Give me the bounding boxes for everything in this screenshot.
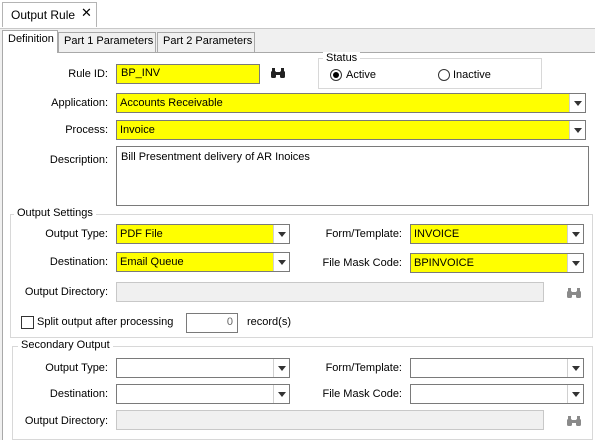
split-output-label: Split output after processing — [37, 316, 174, 328]
process-label: Process: — [65, 124, 108, 136]
chevron-down-icon[interactable] — [567, 359, 583, 377]
file-mask-code-label: File Mask Code: — [322, 257, 402, 269]
status-active-label: Active — [346, 69, 376, 81]
secondary-output-type-select[interactable] — [116, 358, 290, 378]
chevron-down-icon[interactable] — [273, 225, 289, 243]
status-group-label: Status — [323, 52, 361, 64]
status-inactive-label: Inactive — [453, 69, 491, 81]
application-value: Accounts Receivable — [120, 97, 223, 109]
output-directory-label: Output Directory: — [24, 286, 108, 298]
application-select[interactable]: Accounts Receivable — [116, 93, 586, 113]
chevron-down-icon[interactable] — [569, 94, 585, 112]
chevron-down-icon[interactable] — [567, 254, 583, 272]
status-inactive-radio[interactable] — [438, 69, 450, 81]
chevron-down-icon[interactable] — [567, 225, 583, 243]
output-settings-label: Output Settings — [14, 207, 96, 219]
form-template-select[interactable]: INVOICE — [410, 224, 584, 244]
chevron-down-icon[interactable] — [567, 385, 583, 403]
form-template-label: Form/Template: — [325, 228, 402, 240]
status-active-radio[interactable] — [330, 69, 342, 81]
file-mask-code-value: BPINVOICE — [414, 257, 474, 269]
binoculars-icon[interactable] — [270, 67, 286, 79]
document-tab-title: Output Rule — [11, 8, 76, 22]
rule-id-input[interactable]: BP_INV — [116, 64, 260, 84]
split-output-checkbox[interactable] — [21, 316, 34, 329]
secondary-destination-select[interactable] — [116, 384, 290, 404]
secondary-output-directory-label: Output Directory: — [24, 415, 108, 427]
chevron-down-icon[interactable] — [273, 359, 289, 377]
binoculars-icon — [567, 288, 581, 298]
destination-value: Email Queue — [120, 256, 184, 268]
process-select[interactable]: Invoice — [116, 120, 586, 140]
tab-definition[interactable]: Definition — [2, 30, 58, 53]
secondary-output-label: Secondary Output — [18, 339, 113, 351]
secondary-form-template-label: Form/Template: — [325, 362, 402, 374]
output-directory-input[interactable] — [116, 282, 544, 302]
application-label: Application: — [51, 97, 108, 109]
rule-id-label: Rule ID: — [68, 68, 108, 80]
secondary-output-directory-input[interactable] — [116, 410, 544, 430]
binoculars-icon — [567, 416, 581, 426]
output-type-value: PDF File — [120, 228, 163, 240]
secondary-file-mask-code-select[interactable] — [410, 384, 584, 404]
tab-part-2-parameters[interactable]: Part 2 Parameters — [157, 32, 255, 52]
split-record-unit: record(s) — [247, 316, 292, 328]
process-value: Invoice — [120, 124, 155, 136]
destination-select[interactable]: Email Queue — [116, 252, 290, 272]
secondary-file-mask-code-label: File Mask Code: — [322, 388, 402, 400]
destination-label: Destination: — [49, 256, 108, 268]
file-mask-code-select[interactable]: BPINVOICE — [410, 253, 584, 273]
close-icon[interactable]: ✕ — [81, 6, 92, 20]
description-label: Description: — [49, 154, 108, 166]
form-template-value: INVOICE — [414, 228, 460, 240]
chevron-down-icon[interactable] — [273, 253, 289, 271]
secondary-form-template-select[interactable] — [410, 358, 584, 378]
secondary-destination-label: Destination: — [49, 388, 108, 400]
output-type-select[interactable]: PDF File — [116, 224, 290, 244]
secondary-output-type-label: Output Type: — [45, 362, 108, 374]
document-tab-output-rule[interactable]: Output Rule ✕ — [2, 2, 97, 27]
chevron-down-icon[interactable] — [273, 385, 289, 403]
output-type-label: Output Type: — [45, 228, 108, 240]
description-textarea[interactable]: Bill Presentment delivery of AR Inoices — [116, 146, 589, 206]
tab-part-1-parameters[interactable]: Part 1 Parameters — [58, 32, 156, 52]
split-record-count-input[interactable]: 0 — [186, 313, 238, 333]
chevron-down-icon[interactable] — [569, 121, 585, 139]
